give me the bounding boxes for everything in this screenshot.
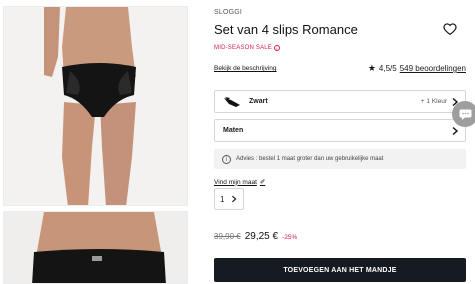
discount-badge: -25% xyxy=(282,234,298,241)
product-title: Set van 4 slips Romance xyxy=(214,22,358,37)
chevron-right-icon xyxy=(232,195,237,203)
model-detail-image xyxy=(4,212,187,283)
colour-selector[interactable]: Zwart + 1 Kleur xyxy=(214,90,466,113)
star-icon: ★ xyxy=(367,63,376,73)
chat-icon[interactable] xyxy=(452,101,475,127)
heart-icon[interactable] xyxy=(443,22,457,36)
sale-badge-label: MID-SEASON SALE xyxy=(214,45,273,51)
rating-value: 4,5/5 xyxy=(378,64,397,73)
model-front-image xyxy=(4,7,187,205)
colour-swatch-icon xyxy=(224,96,240,107)
description-link[interactable]: Bekijk de beschrijving xyxy=(214,65,277,72)
find-my-size-link[interactable]: Vind mijn maat ✐ xyxy=(214,178,266,187)
chevron-right-icon xyxy=(452,126,459,135)
size-advice: i Advies : bestel 1 maat groter dan uw g… xyxy=(214,149,466,169)
price: 39,90 € 29,25 € -25% xyxy=(214,231,297,242)
find-my-size-label: Vind mijn maat xyxy=(214,178,257,186)
info-icon[interactable]: i xyxy=(274,45,281,51)
advice-text: Advies : bestel 1 maat groter dan uw geb… xyxy=(236,156,384,162)
size-selector-label: Maten xyxy=(223,127,244,134)
rating: ★ 4,5/5 549 beoordelingen xyxy=(368,63,466,74)
product-photo-secondary[interactable] xyxy=(3,211,188,284)
size-value-selector[interactable]: 1 xyxy=(214,188,244,210)
pencil-icon: ✐ xyxy=(259,179,266,186)
size-value: 1 xyxy=(220,194,225,204)
info-icon: i xyxy=(222,154,231,164)
size-selector[interactable]: Maten xyxy=(214,119,466,142)
product-gallery xyxy=(0,0,200,284)
reviews-link[interactable]: 549 beoordelingen xyxy=(400,64,466,73)
colour-name: Zwart xyxy=(249,98,268,105)
more-colours-label: + 1 Kleur xyxy=(420,98,447,105)
old-price: 39,90 € xyxy=(214,232,241,241)
brand-name[interactable]: SLOGGI xyxy=(214,9,242,16)
product-photo-main[interactable] xyxy=(3,6,188,206)
current-price: 29,25 € xyxy=(244,231,279,242)
sale-badge: MID-SEASON SALE i xyxy=(214,45,281,51)
add-to-cart-button[interactable]: TOEVOEGEN AAN HET MANDJE xyxy=(214,258,466,282)
